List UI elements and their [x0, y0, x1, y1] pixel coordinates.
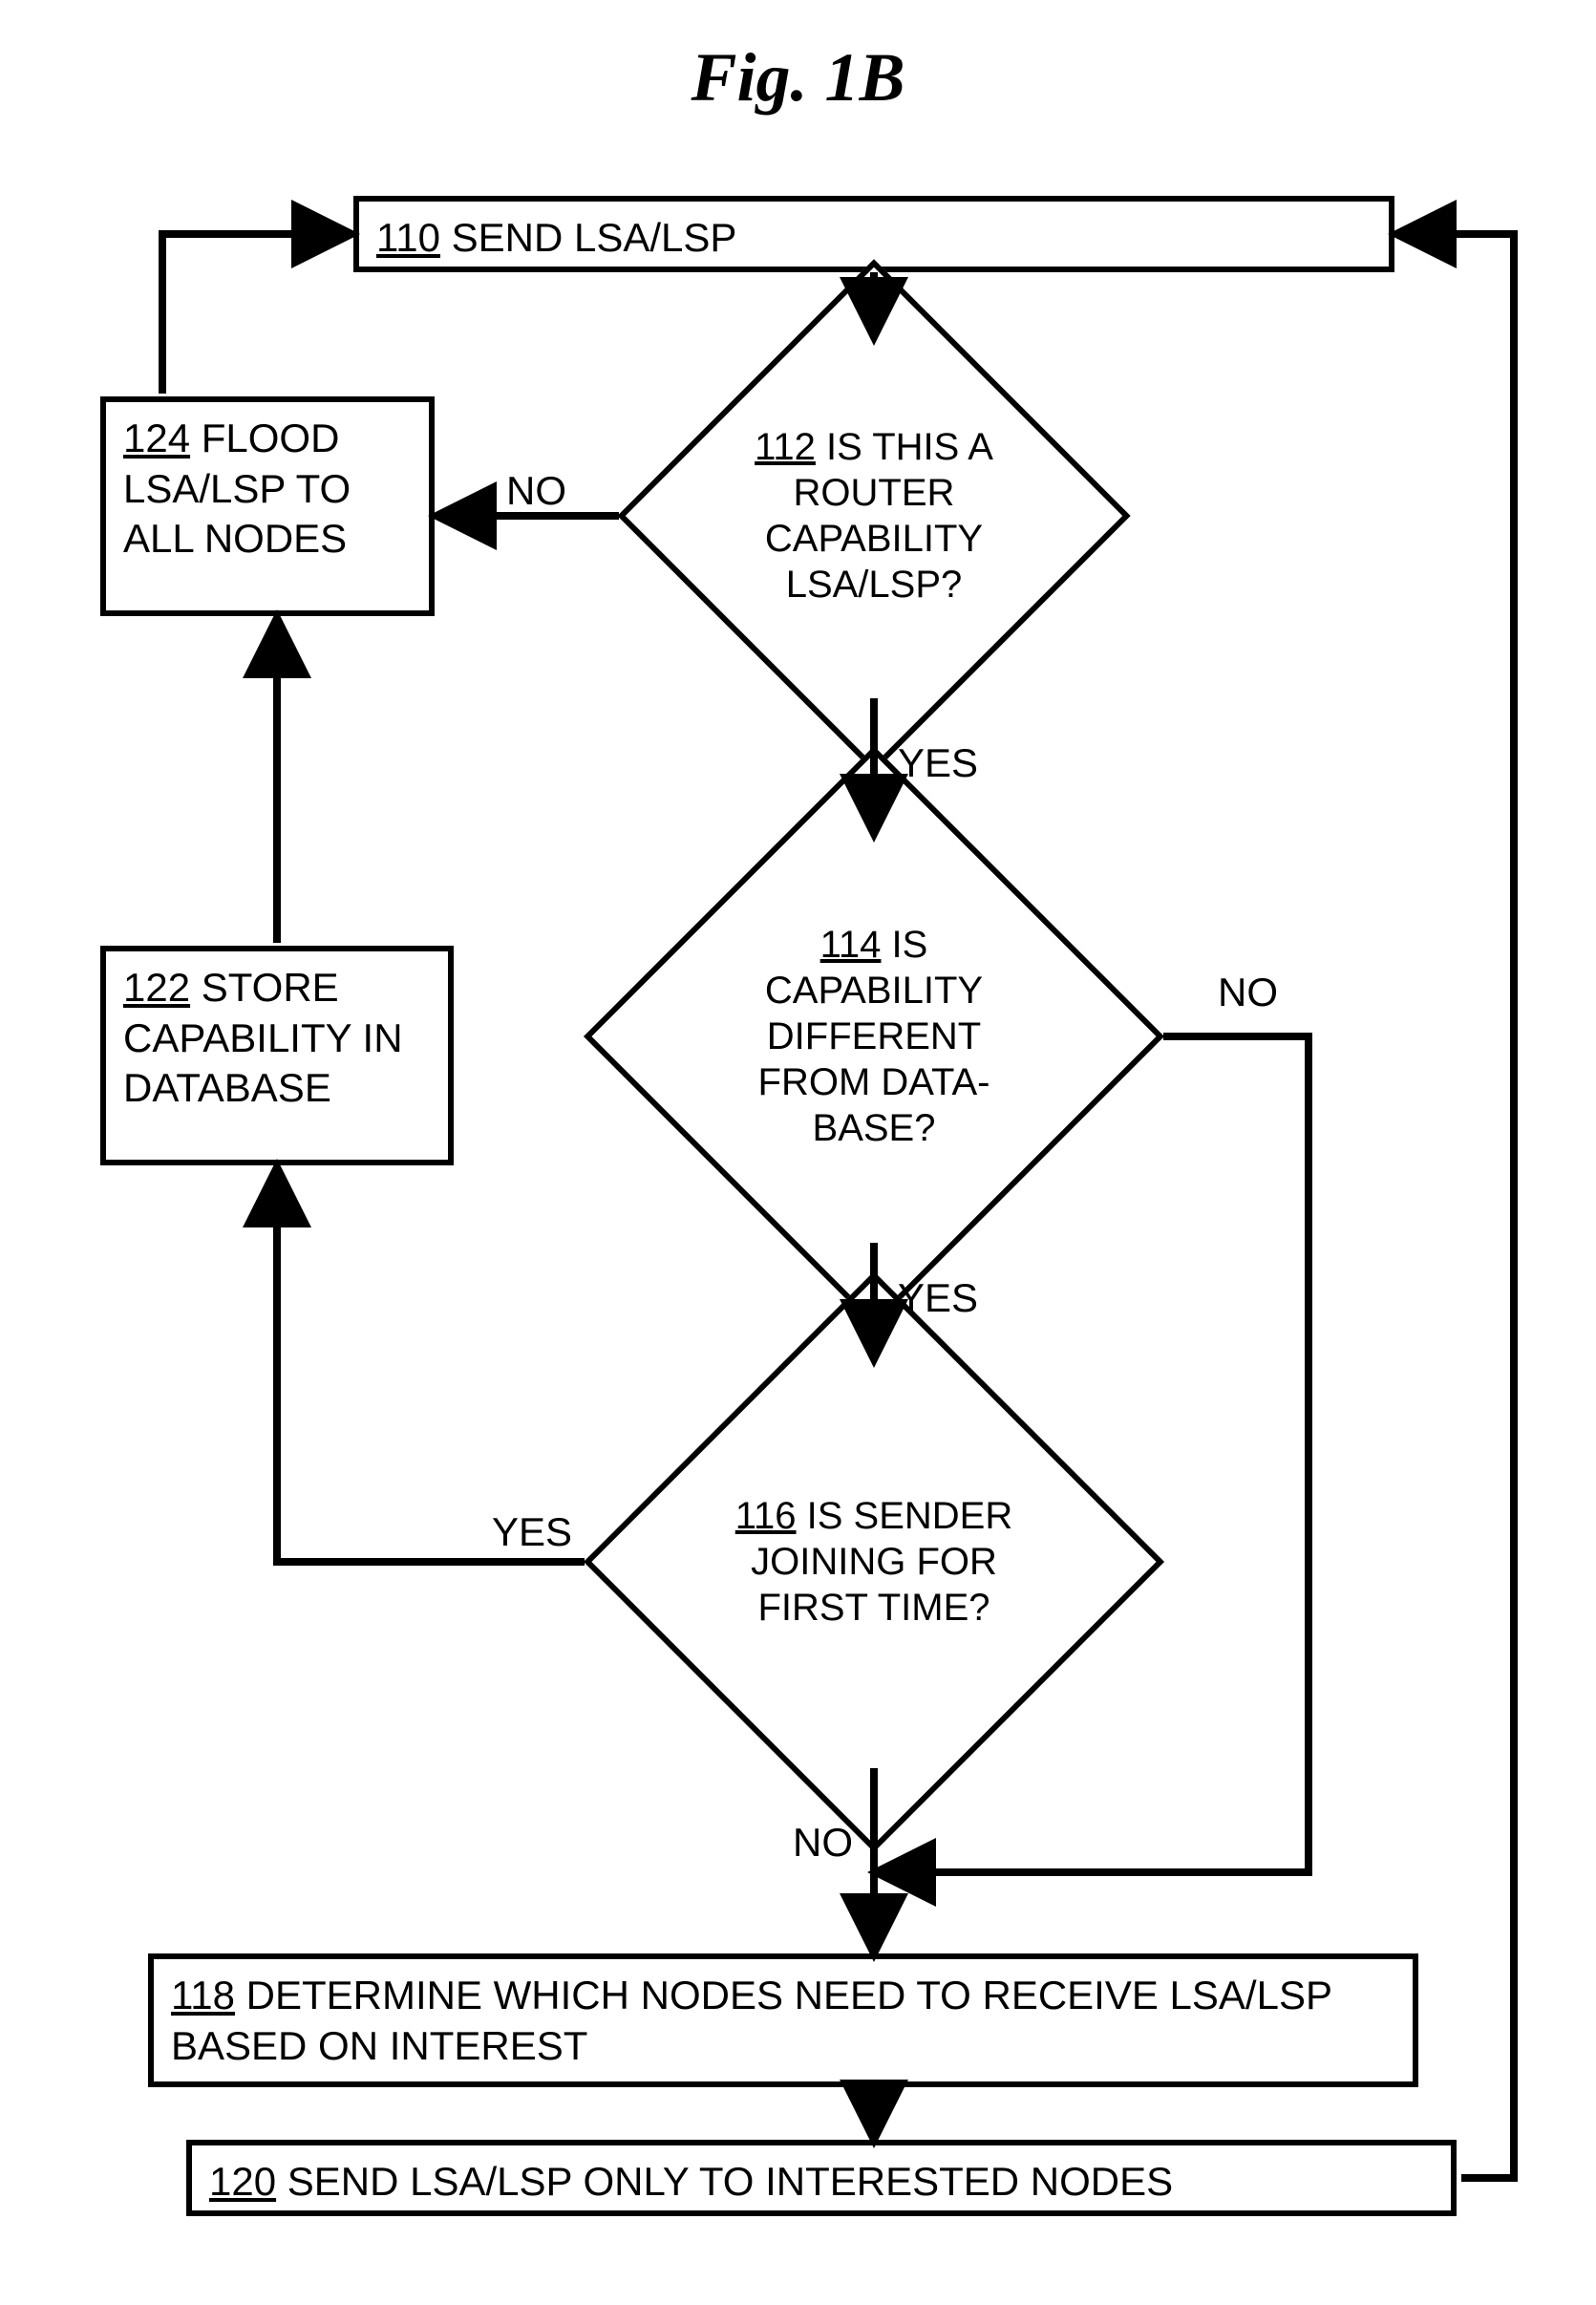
label-no-114: NO [1218, 970, 1278, 1015]
decision-116-sender-joining-first-time: 116 IS SENDER JOINING FOR FIRST TIME? [669, 1356, 1079, 1767]
ref-num-116: 116 [735, 1495, 797, 1537]
box-118-determine-nodes: 118 DETERMINE WHICH NODES NEED TO RECEIV… [148, 1953, 1418, 2087]
label-no-112: NO [506, 468, 566, 514]
label-yes-116: YES [492, 1509, 572, 1555]
figure-title: Fig. 1B [0, 38, 1596, 117]
label-yes-114: YES [898, 1275, 978, 1321]
ref-num-120: 120 [209, 2159, 276, 2204]
decision-112-router-capability: 112 IS THIS A ROUTER CAPABILITY LSA/LSP? [692, 334, 1055, 697]
ref-num-110: 110 [376, 215, 440, 260]
box-120-send-interested-only: 120 SEND LSA/LSP ONLY TO INTERESTED NODE… [186, 2140, 1457, 2216]
box-122-store-capability: 122 STORE CAPABILITY IN DATABASE [100, 946, 454, 1165]
ref-num-124: 124 [123, 416, 190, 460]
box-124-flood-all-nodes: 124 FLOOD LSA/LSP TO ALL NODES [100, 396, 435, 616]
text-118: DETERMINE WHICH NODES NEED TO RECEIVE LS… [171, 1973, 1331, 2068]
decision-114-capability-different: 114 IS CAPABILITY DIFFERENT FROM DATA-BA… [669, 831, 1079, 1242]
label-yes-112: YES [898, 740, 978, 786]
ref-num-122: 122 [123, 965, 190, 1010]
ref-num-112: 112 [755, 426, 816, 468]
ref-num-118: 118 [171, 1973, 235, 2017]
ref-num-114: 114 [820, 924, 882, 966]
label-no-116: NO [793, 1820, 853, 1866]
text-110: SEND LSA/LSP [440, 215, 736, 260]
text-120: SEND LSA/LSP ONLY TO INTERESTED NODES [276, 2159, 1173, 2204]
